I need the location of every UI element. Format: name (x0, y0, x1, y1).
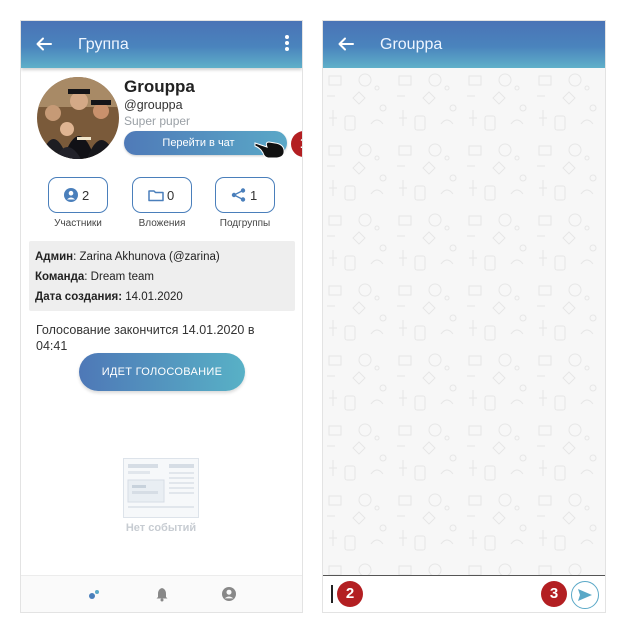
empty-events-text: Нет событий (125, 522, 197, 534)
arrow-left-icon[interactable] (337, 35, 355, 53)
members-label: Участники (54, 218, 102, 229)
subgroups-label: Подгруппы (219, 218, 271, 229)
arrow-left-icon[interactable] (35, 35, 53, 53)
user-icon (64, 188, 78, 202)
empty-events-illustration (123, 458, 199, 518)
chat-background-pattern (323, 68, 605, 575)
chat-app-bar: Grouppa (323, 21, 605, 68)
voting-button[interactable]: ИДЕТ ГОЛОСОВАНИЕ (79, 353, 245, 391)
step-marker-2: 2 (337, 581, 363, 607)
text-cursor (331, 585, 333, 603)
bottom-nav (21, 575, 302, 612)
subgroups-count: 1 (250, 188, 258, 203)
dots-icon[interactable] (86, 586, 102, 602)
app-bar: Группа (21, 21, 302, 68)
group-handle: @grouppa (124, 98, 183, 112)
members-count: 2 (82, 188, 90, 203)
attachments-label: Вложения (138, 218, 186, 229)
page-title: Группа (78, 36, 129, 53)
vote-status-text: Голосование закончится 14.01.2020 в 04:4… (36, 323, 255, 353)
group-description: Super puper (124, 114, 191, 128)
chat-title: Grouppa (380, 36, 443, 53)
group-avatar (37, 77, 119, 159)
attachments-button[interactable]: 0 (132, 177, 192, 213)
chat-screen: Grouppa 2 3 (323, 21, 605, 612)
attachments-count: 0 (167, 188, 175, 203)
send-button[interactable] (571, 581, 599, 609)
pointing-hand-icon (254, 141, 285, 159)
bell-icon[interactable] (154, 586, 170, 602)
folder-icon (148, 190, 164, 202)
send-icon (578, 589, 592, 601)
message-input-bar[interactable]: 2 3 (323, 575, 605, 612)
group-info-box: Админ: Zarina Akhunova (@zarina) Команда… (29, 241, 295, 311)
group-name: Grouppa (124, 77, 195, 96)
account-icon[interactable] (221, 586, 237, 602)
chat-messages-area[interactable] (323, 68, 605, 575)
go-to-chat-label: Перейти в чат (162, 137, 235, 149)
subgroups-button[interactable]: 1 (215, 177, 275, 213)
team-row: Команда: Dream team (35, 271, 154, 283)
members-button[interactable]: 2 (48, 177, 108, 213)
admin-row: Админ: Zarina Akhunova (@zarina) (35, 251, 220, 263)
created-row: Дата создания: 14.01.2020 (35, 291, 183, 303)
step-marker-3: 3 (541, 581, 567, 607)
more-vertical-icon[interactable] (284, 35, 290, 53)
share-icon (231, 188, 246, 202)
step-marker-1: 1 (291, 131, 302, 157)
group-screen: Группа Grouppa @grouppa Super puper Пере… (21, 21, 302, 612)
